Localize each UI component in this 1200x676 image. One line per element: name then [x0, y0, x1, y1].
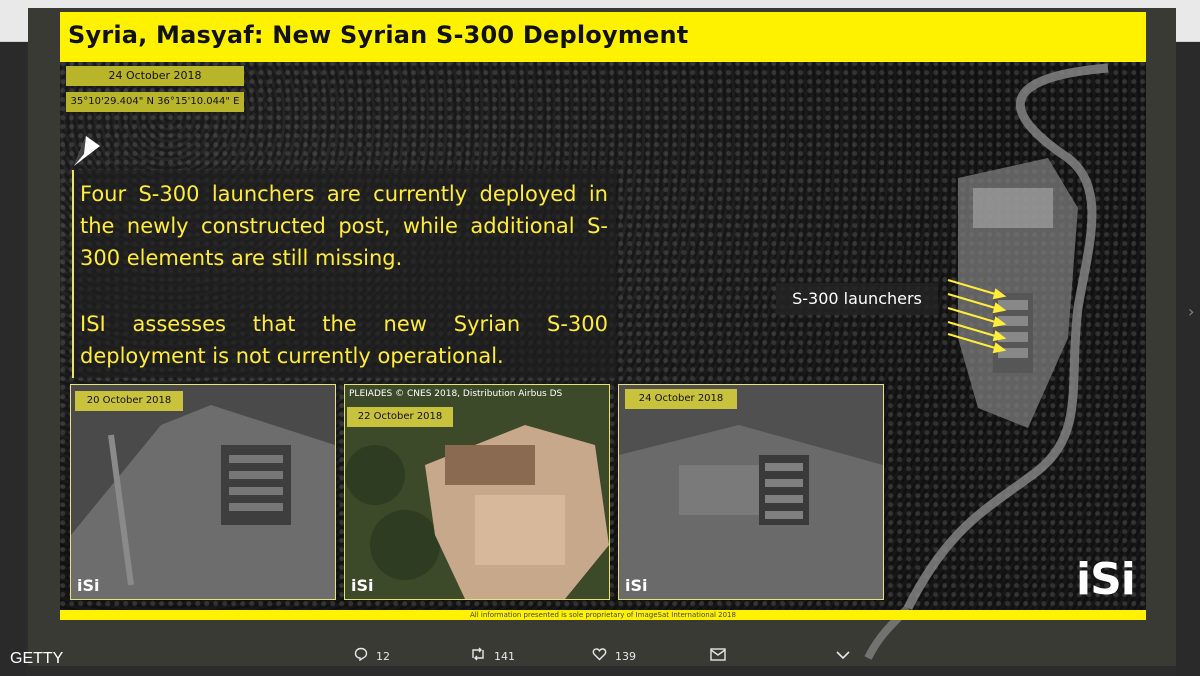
isi-logo: iSi: [1076, 554, 1136, 605]
north-arrow-icon: [74, 136, 100, 166]
left-edge: [0, 42, 26, 676]
retweet-count: 141: [494, 649, 515, 663]
retweet-button[interactable]: 141: [470, 646, 515, 666]
chevron-down-icon: [836, 648, 850, 664]
chevron-right-icon[interactable]: ›: [1188, 302, 1194, 321]
assessment-paragraph-2: ISI assesses that the new Syrian S-300 d…: [80, 312, 608, 368]
inset-image: [71, 385, 335, 599]
image-title: Syria, Masyaf: New Syrian S-300 Deployme…: [68, 21, 689, 49]
reply-count: 12: [376, 649, 390, 663]
inset-logo: iSi: [351, 576, 374, 595]
right-edge: [1176, 42, 1200, 676]
like-button[interactable]: 139: [592, 646, 636, 666]
inset-logo: iSi: [625, 576, 648, 595]
date-tag: 24 October 2018: [66, 66, 244, 86]
inset-date: 20 October 2018: [75, 391, 183, 411]
like-count: 139: [615, 649, 636, 663]
retweet-icon: [470, 647, 486, 665]
tweet-image[interactable]: Syria, Masyaf: New Syrian S-300 Deployme…: [28, 8, 1176, 666]
footer-text: All information presented is sole propri…: [470, 611, 736, 619]
more-button[interactable]: [836, 646, 858, 666]
inset-panel-22-oct[interactable]: PLEIADES © CNES 2018, Distribution Airbu…: [344, 384, 610, 600]
coordinates-tag: 35°10'29.404" N 36°15'10.044" E: [66, 92, 244, 112]
inset-panel-24-oct[interactable]: 24 October 2018 iSi: [618, 384, 884, 600]
inset-logo: iSi: [77, 576, 100, 595]
reply-icon: [354, 647, 368, 665]
reply-button[interactable]: 12: [354, 646, 390, 666]
assessment-paragraph-1: Four S-300 launchers are currently deplo…: [80, 182, 608, 270]
message-button[interactable]: [710, 646, 734, 666]
launcher-arrows-icon: [947, 279, 1007, 354]
heart-icon: [592, 647, 607, 665]
inset-panel-20-oct[interactable]: 20 October 2018 iSi: [70, 384, 336, 600]
image-credit: PLEIADES © CNES 2018, Distribution Airbu…: [349, 389, 563, 399]
inset-date: 22 October 2018: [347, 407, 453, 427]
envelope-icon: [710, 647, 726, 665]
launcher-label: S-300 launchers: [776, 283, 938, 315]
inset-date: 24 October 2018: [625, 389, 737, 409]
inset-image: [619, 385, 883, 599]
getty-watermark: GETTY: [10, 650, 64, 667]
